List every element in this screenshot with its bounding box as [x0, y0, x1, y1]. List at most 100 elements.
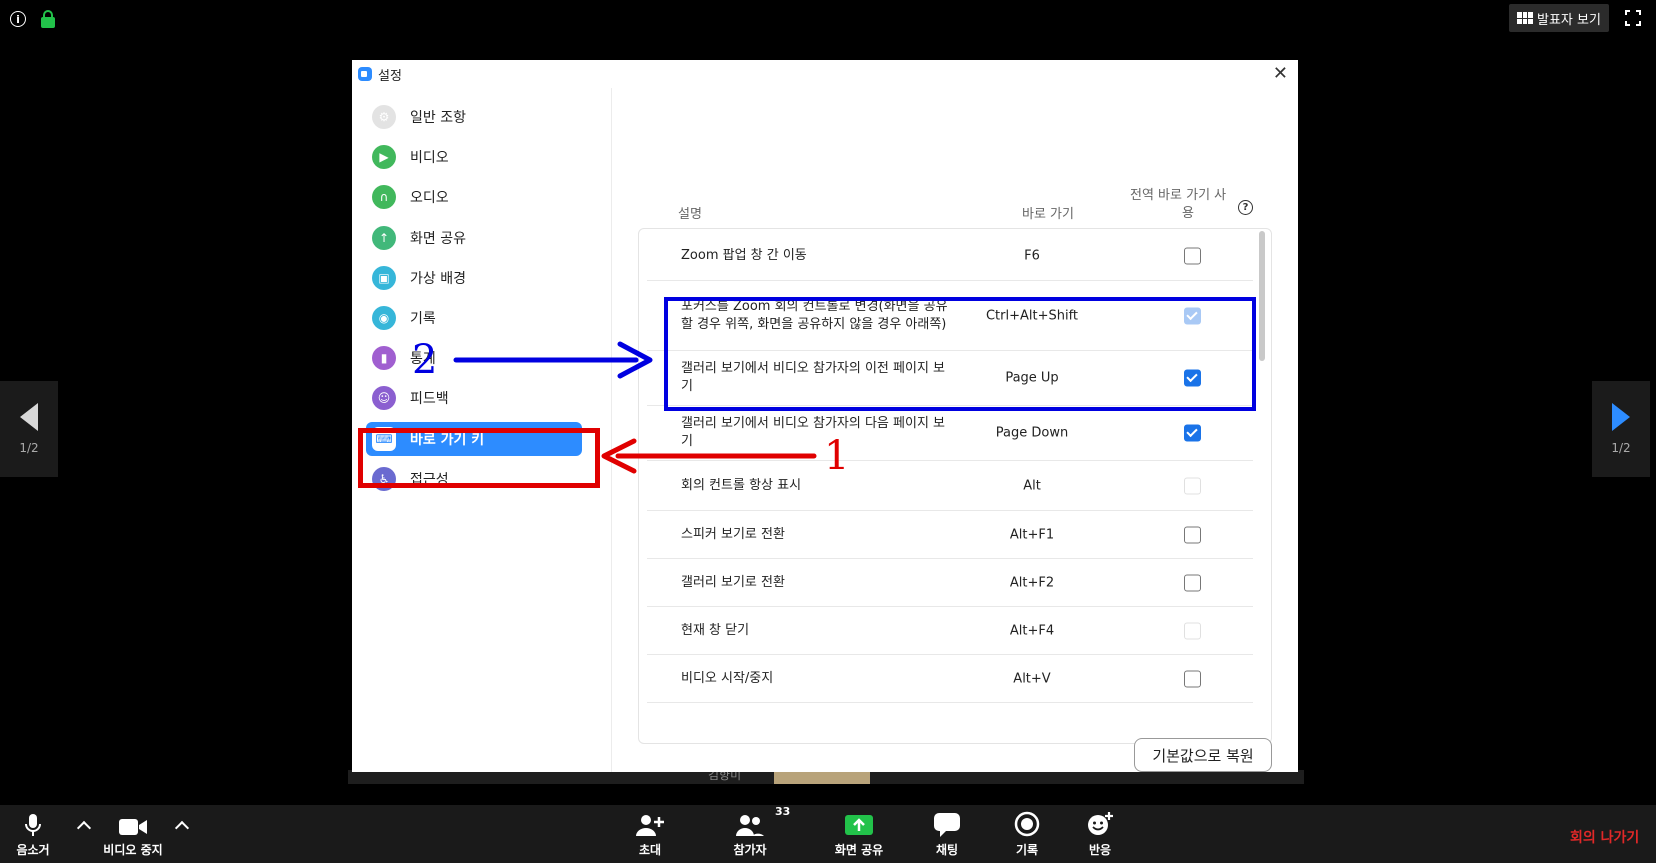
scrollbar[interactable]: [1259, 231, 1265, 741]
shortcuts-panel: 설명 바로 가기 전역 바로 가기 사 용 ? Zoom 팝업 창 간 이동 F6…: [638, 88, 1278, 772]
column-header-shortcut: 바로 가기: [1022, 207, 1074, 222]
shortcut-key: F6: [1024, 248, 1040, 263]
mute-label: 음소거: [16, 842, 50, 857]
participants-icon: 33: [735, 805, 790, 837]
chat-button[interactable]: 채팅: [930, 805, 964, 863]
shortcut-row: 비디오 시작/중지 Alt+V: [647, 655, 1253, 703]
previous-page-button[interactable]: 1/2: [0, 381, 58, 477]
audio-options-button[interactable]: [74, 805, 94, 863]
gallery-grid-icon: [1517, 12, 1533, 24]
shortcut-description: Zoom 팝업 창 간 이동: [681, 247, 807, 263]
highlight-box-red: [358, 428, 600, 488]
global-shortcut-checkbox: [1184, 622, 1201, 639]
global-shortcut-checkbox[interactable]: [1184, 574, 1201, 591]
gear-icon: ⚙: [372, 105, 396, 129]
share-screen-icon: [845, 811, 873, 837]
sidebar-item-label: 오디오: [410, 190, 449, 207]
stop-video-label: 비디오 중지: [103, 842, 163, 857]
record-icon: ◉: [372, 306, 396, 330]
microphone-icon: [24, 811, 42, 837]
invite-button[interactable]: 초대: [630, 805, 670, 863]
virtual-background-icon: ▣: [372, 265, 396, 290]
shortcut-key: Alt+F2: [1009, 575, 1055, 590]
dialog-title: 설정: [378, 68, 402, 84]
zoom-logo-icon: [358, 67, 372, 81]
leave-meeting-button[interactable]: 회의 나가기: [1570, 827, 1639, 847]
mute-button[interactable]: 음소거: [8, 805, 58, 863]
sidebar-item-label: 비디오: [410, 150, 449, 167]
help-icon[interactable]: ?: [1238, 200, 1253, 215]
emoji-add-icon: [1086, 811, 1114, 837]
reactions-button[interactable]: 반응: [1082, 805, 1118, 863]
speaker-view-button[interactable]: 발표자 보기: [1509, 4, 1609, 32]
shortcut-key: Alt+V: [1013, 671, 1051, 686]
chat-label: 채팅: [935, 842, 959, 857]
sidebar-item-headphone[interactable]: ∩ 오디오: [366, 180, 582, 214]
participant-video-thumb: [774, 770, 870, 784]
dialog-titlebar: 설정 ✕: [352, 60, 1298, 88]
next-page-button[interactable]: 1/2: [1592, 381, 1650, 477]
sidebar-item-virtual-background[interactable]: ▣ 가상 배경: [366, 261, 582, 295]
shortcut-key: Alt+F1: [1009, 527, 1055, 542]
shortcut-description: 현재 창 닫기: [681, 622, 750, 638]
sidebar-item-label: 일반 조항: [410, 110, 466, 126]
statistics-icon: ▮: [372, 346, 396, 371]
shortcut-description: 스피커 보기로 전환: [681, 526, 785, 542]
stop-video-button[interactable]: 비디오 중지: [98, 805, 168, 863]
top-left-icons: i: [10, 10, 56, 28]
shortcut-description: 갤러리 보기로 전환: [681, 574, 785, 590]
scrollbar-thumb[interactable]: [1259, 231, 1265, 361]
chat-bubble-icon: [934, 811, 960, 837]
shortcut-row: 스피커 보기로 전환 Alt+F1: [647, 511, 1253, 559]
global-shortcut-checkbox[interactable]: [1184, 670, 1201, 687]
shortcut-description: 비디오 시작/중지: [681, 670, 774, 686]
headphone-icon: ∩: [372, 185, 396, 210]
lock-icon[interactable]: [40, 10, 56, 28]
invite-label: 초대: [638, 842, 662, 857]
participants-label: 참가자: [733, 842, 767, 857]
feedback-icon: ☺: [372, 386, 396, 411]
global-shortcut-checkbox[interactable]: [1184, 424, 1201, 442]
shortcut-row: Zoom 팝업 창 간 이동 F6: [647, 231, 1253, 281]
shortcut-key: Alt: [1023, 478, 1041, 493]
column-header-description: 설명: [678, 207, 702, 222]
sidebar-item-share-screen[interactable]: ↑ 화면 공유: [366, 221, 582, 255]
page-indicator: 1/2: [1611, 441, 1631, 455]
participants-count: 33: [775, 804, 791, 818]
arrow-right-icon: [1612, 403, 1630, 431]
reactions-label: 반응: [1088, 842, 1112, 857]
record-icon: [1014, 811, 1040, 837]
record-button[interactable]: 기록: [1010, 805, 1044, 863]
sidebar-item-record[interactable]: ◉ 기록: [366, 301, 582, 335]
participants-button[interactable]: 33 참가자: [728, 805, 790, 863]
sidebar-item-feedback[interactable]: ☺ 피드백: [366, 381, 582, 415]
restore-defaults-button[interactable]: 기본값으로 복원: [1134, 738, 1272, 772]
global-shortcut-checkbox[interactable]: [1184, 526, 1201, 543]
sidebar-item-video[interactable]: ▶ 비디오: [366, 140, 582, 174]
global-shortcut-checkbox[interactable]: [1184, 247, 1201, 264]
highlight-box-blue: [664, 297, 1256, 411]
info-icon[interactable]: i: [10, 11, 26, 27]
share-screen-icon: ↑: [372, 225, 396, 250]
sidebar-item-label: 기록: [410, 311, 436, 327]
shortcut-description: 회의 컨트롤 항상 표시: [681, 477, 802, 493]
sidebar-item-gear[interactable]: ⚙ 일반 조항: [366, 100, 582, 134]
settings-dialog: 설정 ✕ ⚙ 일반 조항 ▶ 비디오 ∩ 오디오 ↑ 화면 공유 ▣ 가상 배경 ◉ 기록 ▮ 통계 ☺ 피드…: [352, 60, 1298, 772]
add-user-icon: [635, 811, 665, 837]
close-icon[interactable]: ✕: [1273, 64, 1288, 84]
record-label: 기록: [1015, 842, 1039, 857]
meeting-toolbar: 음소거 비디오 중지 초대 33 참가자 화면 공유 채팅 기록 반응 회의 나…: [0, 805, 1656, 863]
video-camera-icon: [118, 811, 148, 837]
fullscreen-icon[interactable]: [1625, 10, 1641, 26]
column-header-global-wrap: 용: [1182, 206, 1194, 221]
column-header-global: 전역 바로 가기 사: [1130, 188, 1227, 203]
video-options-button[interactable]: [172, 805, 192, 863]
blue-arrow: [453, 341, 653, 379]
sidebar-item-label: 가상 배경: [410, 270, 466, 287]
page-indicator: 1/2: [19, 441, 39, 455]
shortcut-row: 갤러리 보기로 전환 Alt+F2: [647, 559, 1253, 607]
share-screen-button[interactable]: 화면 공유: [830, 805, 888, 863]
sidebar-item-label: 화면 공유: [410, 230, 466, 247]
speaker-view-label: 발표자 보기: [1537, 12, 1601, 28]
red-arrow: [601, 438, 817, 474]
